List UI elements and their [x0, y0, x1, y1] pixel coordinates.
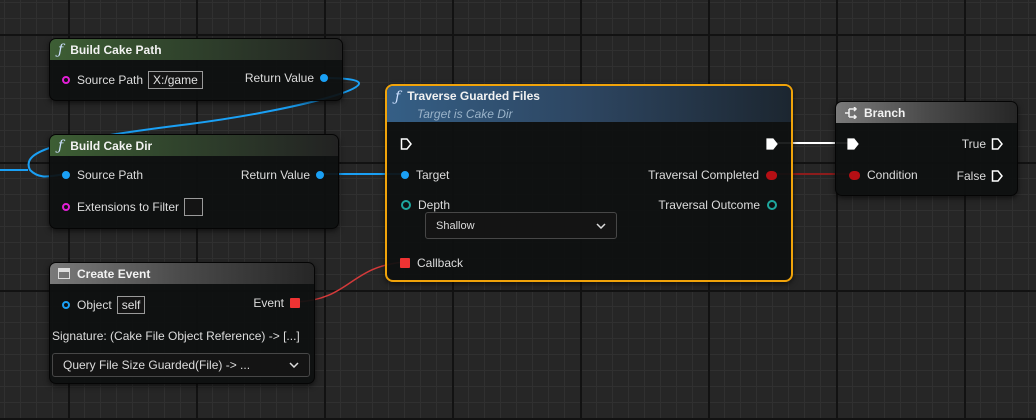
- function-icon: ƒ: [58, 41, 64, 58]
- extensions-label: Extensions to Filter: [77, 200, 180, 214]
- callback-pin[interactable]: [400, 258, 410, 268]
- source-path-label: Source Path: [77, 168, 144, 182]
- node-title: Build Cake Path: [70, 42, 162, 57]
- outcome-row: Traversal Outcome: [658, 198, 777, 212]
- signature-row: Signature: (Cake File Object Reference) …: [52, 329, 300, 343]
- node-title: Traverse Guarded Files: [407, 89, 540, 103]
- return-value-row: Return Value: [241, 168, 324, 182]
- source-path-pin[interactable]: [62, 171, 70, 179]
- source-path-input[interactable]: X:/game: [148, 71, 203, 89]
- outcome-label: Traversal Outcome: [658, 198, 760, 212]
- depth-select-value: Shallow: [436, 219, 475, 232]
- false-label: False: [956, 169, 986, 183]
- object-label: Object: [77, 298, 112, 312]
- completed-label: Traversal Completed: [648, 168, 759, 182]
- signature-text: Signature: (Cake File Object Reference) …: [52, 329, 300, 343]
- function-select-value: Query File Size Guarded(File) -> ...: [63, 358, 251, 372]
- node-subtitle: Target is Cake Dir: [417, 107, 513, 121]
- node-header[interactable]: Create Event: [50, 263, 314, 284]
- false-row: False: [957, 169, 1003, 183]
- return-value-row: Return Value: [245, 71, 328, 85]
- node-header[interactable]: ƒ Build Cake Dir: [50, 135, 338, 156]
- depth-row: Depth: [401, 198, 450, 212]
- object-input[interactable]: self: [116, 296, 146, 314]
- condition-label: Condition: [867, 168, 918, 182]
- source-path-pin[interactable]: [62, 76, 70, 84]
- chevron-down-icon: [289, 362, 299, 368]
- event-label: Event: [253, 296, 284, 310]
- exec-in-pin[interactable]: [847, 138, 859, 150]
- node-traverse-guarded-files[interactable]: ƒ Traverse Guarded Files Target is Cake …: [385, 84, 793, 282]
- target-label: Target: [416, 168, 450, 182]
- source-path-row: Source Path X:/game: [62, 71, 203, 89]
- outcome-pin[interactable]: [767, 200, 777, 210]
- exec-false-pin[interactable]: [991, 170, 1003, 182]
- completed-pin[interactable]: [766, 170, 777, 180]
- depth-pin[interactable]: [401, 200, 411, 210]
- exec-true-pin[interactable]: [991, 138, 1003, 150]
- callback-row: Callback: [400, 256, 463, 270]
- function-select[interactable]: Query File Size Guarded(File) -> ...: [52, 353, 310, 377]
- node-build-cake-path[interactable]: ƒ Build Cake Path Source Path X:/game Re…: [49, 38, 343, 101]
- node-title: Branch: [864, 105, 906, 120]
- object-pin[interactable]: [62, 301, 70, 309]
- event-icon: [58, 268, 70, 279]
- return-value-label: Return Value: [240, 168, 310, 182]
- node-header[interactable]: ƒ Build Cake Path: [50, 39, 342, 60]
- depth-label: Depth: [418, 198, 451, 212]
- extensions-input[interactable]: [184, 198, 204, 216]
- node-header[interactable]: Branch: [836, 102, 1017, 123]
- node-title: Create Event: [77, 266, 151, 281]
- depth-select[interactable]: Shallow: [425, 212, 617, 239]
- extensions-row: Extensions to Filter: [62, 198, 204, 216]
- node-branch[interactable]: Branch True Condition False: [835, 101, 1018, 196]
- return-value-pin[interactable]: [320, 74, 328, 82]
- function-icon: ƒ: [58, 137, 64, 154]
- node-create-event[interactable]: Create Event Object self Event Signature…: [49, 262, 315, 384]
- return-value-label: Return Value: [244, 71, 314, 85]
- true-row: True: [962, 137, 1003, 151]
- event-pin[interactable]: [290, 298, 300, 308]
- node-title: Build Cake Dir: [70, 138, 153, 153]
- chevron-down-icon: [596, 222, 606, 229]
- true-label: True: [961, 137, 986, 151]
- function-icon: ƒ: [395, 89, 401, 105]
- exec-in-pin[interactable]: [400, 138, 412, 150]
- completed-row: Traversal Completed: [648, 168, 777, 182]
- extensions-pin[interactable]: [62, 203, 70, 211]
- return-value-pin[interactable]: [316, 171, 324, 179]
- condition-row: Condition: [849, 168, 918, 182]
- condition-pin[interactable]: [849, 170, 860, 180]
- callback-label: Callback: [417, 256, 464, 270]
- event-row: Event: [253, 296, 300, 310]
- object-row: Object self: [62, 296, 146, 314]
- source-path-row: Source Path: [62, 168, 143, 182]
- node-build-cake-dir[interactable]: ƒ Build Cake Dir Source Path Return Valu…: [49, 134, 339, 229]
- exec-out-pin[interactable]: [766, 138, 778, 150]
- target-pin[interactable]: [401, 171, 409, 179]
- branch-icon: [845, 106, 858, 119]
- target-row: Target: [401, 168, 449, 182]
- source-path-label: Source Path: [77, 73, 144, 87]
